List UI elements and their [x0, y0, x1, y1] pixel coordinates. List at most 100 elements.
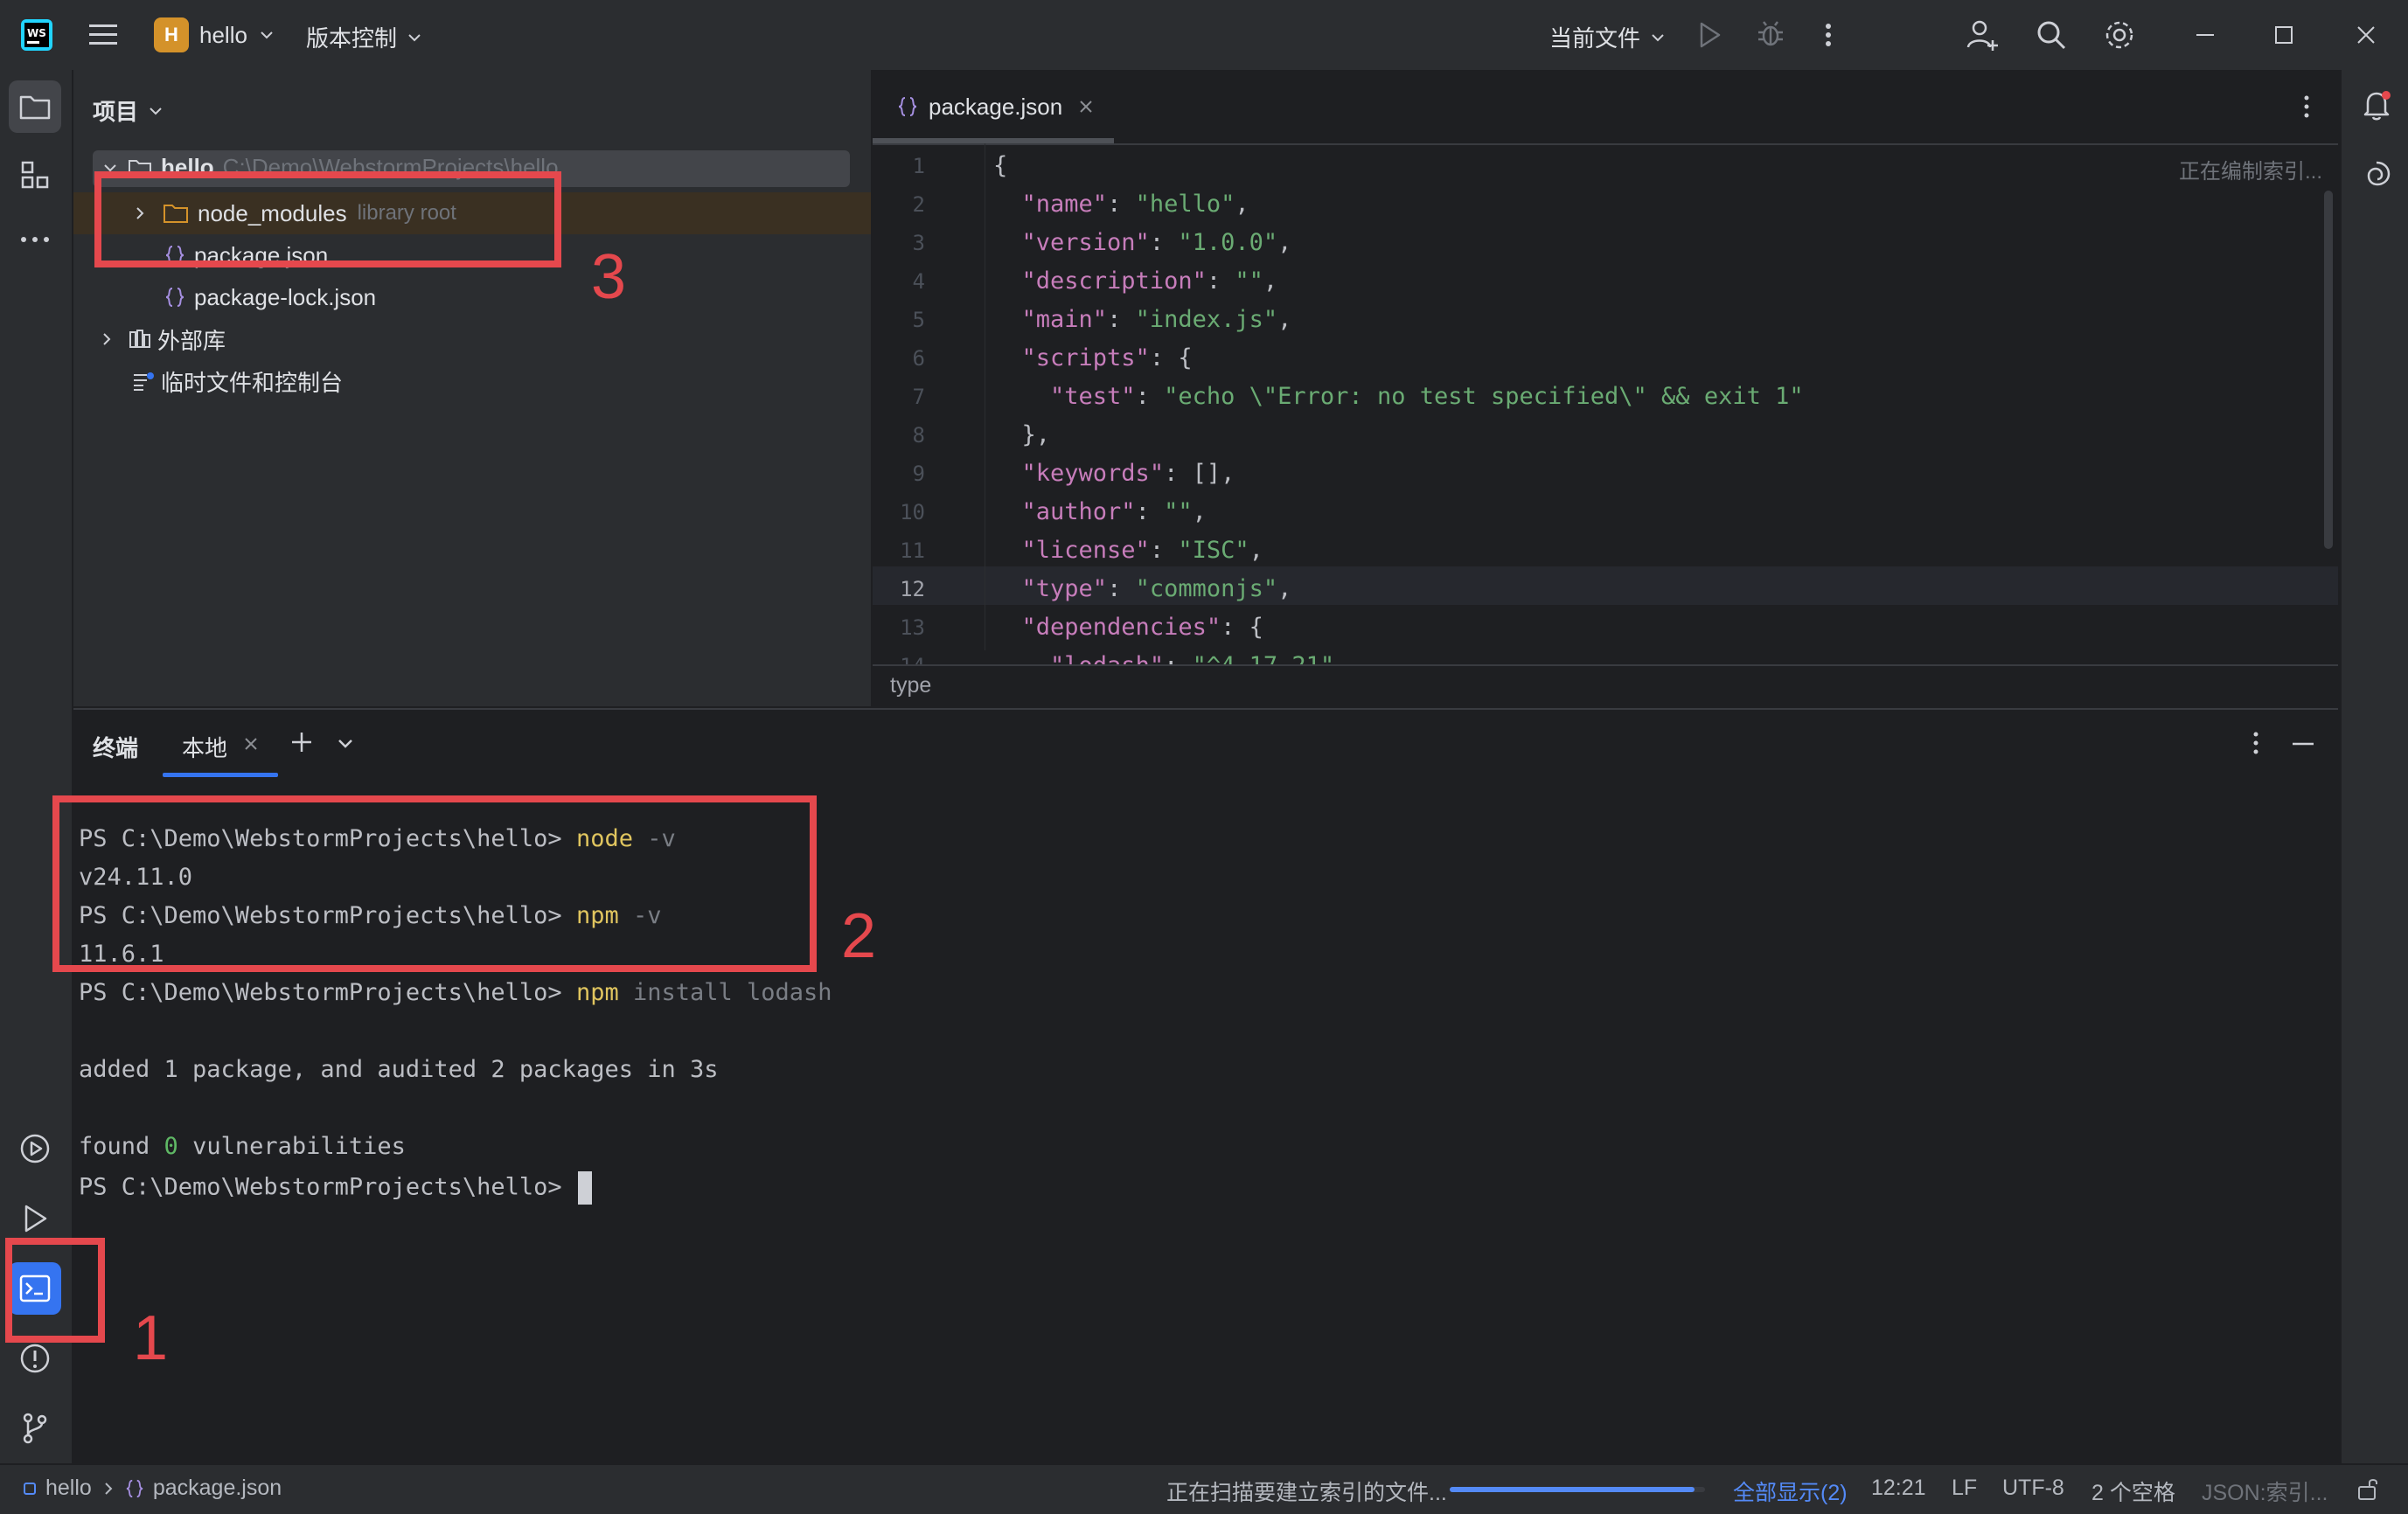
chevron-down-icon [147, 102, 164, 120]
git-branch-icon [19, 1411, 51, 1446]
status-file-name[interactable]: package.json [153, 1476, 282, 1501]
line-number: 8 [912, 423, 925, 448]
indexing-status: 正在编制索引... [2179, 160, 2323, 184]
chevron-down-icon [406, 29, 423, 46]
annotation-number-3: 3 [591, 242, 627, 312]
app-logo-icon[interactable]: WS [19, 17, 54, 52]
show-all-processes-link[interactable]: 全部显示(2) [1733, 1476, 1848, 1507]
library-icon [128, 328, 152, 351]
module-square-icon [23, 1482, 37, 1496]
vcs-menu-label: 版本控制 [306, 25, 398, 52]
chevron-down-icon [258, 26, 275, 44]
more-vertical-icon[interactable] [1815, 19, 1841, 51]
vulnerability-count: 0 [164, 1133, 178, 1160]
more-vertical-icon[interactable] [2298, 93, 2315, 121]
terminal-tab-label: 本地 [182, 735, 228, 761]
code-line: "description": "", [1021, 267, 1278, 295]
unlock-icon[interactable] [2356, 1476, 2380, 1502]
annotation-number-2: 2 [841, 901, 877, 971]
minimize-icon[interactable] [2189, 19, 2221, 51]
terminal-tab-local[interactable]: 本地 [163, 710, 278, 778]
project-tool-button[interactable] [9, 80, 61, 133]
line-number: 2 [912, 192, 925, 217]
line-number: 7 [912, 385, 925, 409]
folder-icon [18, 92, 52, 122]
minimize-panel-icon[interactable] [2291, 741, 2315, 747]
caret-position[interactable]: 12:21 [1871, 1476, 1926, 1501]
run-icon[interactable] [1695, 19, 1724, 51]
terminal-input-line[interactable]: PS C:\Demo\WebstormProjects\hello> [79, 1171, 592, 1205]
chevron-down-icon[interactable] [336, 734, 355, 754]
structure-icon [19, 159, 51, 191]
close-icon[interactable] [2350, 19, 2382, 51]
more-vertical-icon[interactable] [2247, 729, 2265, 757]
line-number: 3 [912, 231, 925, 255]
line-number: 9 [912, 462, 925, 486]
json-file-icon [125, 1478, 144, 1499]
terminal-title: 终端 [93, 735, 139, 761]
chevron-down-icon [1649, 29, 1667, 46]
status-bar: hello package.json 正在扫描要建立索引的文件... 全部显示(… [0, 1463, 2408, 1514]
terminal-output-line: found 0 vulnerabilities [79, 1133, 406, 1160]
line-number: 10 [900, 500, 925, 524]
editor-scrollbar[interactable] [2324, 191, 2333, 549]
command-args: install lodash [618, 979, 832, 1006]
code-line: { [993, 152, 1008, 179]
tree-label-external-libraries: 外部库 [157, 327, 226, 354]
status-project-name[interactable]: hello [45, 1476, 92, 1501]
services-tool-button[interactable] [9, 1122, 61, 1175]
scratches-icon [131, 370, 156, 392]
project-name: hello [199, 21, 247, 48]
line-separator[interactable]: LF [1952, 1476, 1977, 1501]
code-line: "license": "ISC", [1021, 537, 1263, 564]
editor-breadcrumb-bar: type [873, 664, 2338, 706]
project-switcher[interactable]: H hello [154, 17, 275, 52]
file-type-status[interactable]: JSON:索引... [2202, 1476, 2328, 1507]
tree-label-package-lock-json: package-lock.json [194, 283, 377, 310]
code-line: "scripts": { [1021, 344, 1193, 372]
indent-setting[interactable]: 2 个空格 [2091, 1476, 2175, 1507]
more-tools-button[interactable] [9, 213, 61, 266]
warning-circle-icon [17, 1341, 52, 1376]
json-file-icon [164, 286, 185, 309]
search-icon[interactable] [2034, 17, 2069, 52]
terminal-cursor [577, 1171, 592, 1205]
project-panel-title: 项目 [93, 99, 139, 125]
editor-breadcrumb[interactable]: type [890, 673, 931, 698]
output-text: found [79, 1133, 164, 1160]
command: npm [575, 979, 619, 1006]
tree-row-external-libraries[interactable]: 外部库 [73, 318, 226, 360]
settings-gear-icon[interactable] [2102, 17, 2137, 52]
run-tool-button[interactable] [9, 1192, 61, 1245]
run-config-label: 当前文件 [1549, 25, 1641, 52]
code-line: "name": "hello", [1021, 191, 1249, 218]
run-config-selector[interactable]: 当前文件 [1549, 21, 1667, 53]
tree-label-scratches: 临时文件和控制台 [161, 369, 344, 396]
structure-tool-button[interactable] [9, 149, 61, 201]
annotation-number-1: 1 [133, 1303, 169, 1373]
ai-assistant-icon[interactable] [2359, 157, 2394, 192]
terminal-line: PS C:\Demo\WebstormProjects\hello> npm i… [79, 979, 832, 1006]
tab-close-icon[interactable] [243, 736, 259, 752]
vcs-menu[interactable]: 版本控制 [306, 21, 423, 53]
hamburger-menu-icon[interactable] [86, 19, 121, 51]
annotation-box-3 [94, 171, 561, 267]
editor-tab-bar: package.json [873, 70, 2338, 145]
editor-tab-package-json[interactable]: package.json [873, 70, 1114, 143]
project-view-selector[interactable]: 项目 [93, 94, 164, 127]
indexing-progress-fill [1450, 1487, 1695, 1492]
maximize-icon[interactable] [2268, 19, 2300, 51]
line-number: 13 [900, 615, 925, 640]
notifications-bell-icon[interactable] [2359, 87, 2394, 122]
file-encoding[interactable]: UTF-8 [2002, 1476, 2064, 1501]
debug-icon[interactable] [1754, 17, 1787, 51]
tab-close-icon[interactable] [1078, 99, 1094, 115]
git-tool-button[interactable] [9, 1402, 61, 1455]
tree-row-scratches[interactable]: 临时文件和控制台 [73, 360, 343, 402]
project-panel: 项目 hello C:\Demo\WebstormProjects\hello … [73, 70, 873, 706]
new-tab-plus-icon[interactable] [289, 729, 315, 755]
add-user-icon[interactable] [1964, 17, 2001, 52]
tree-row-package-lock-json[interactable]: package-lock.json [73, 276, 376, 318]
annotation-box-2 [52, 795, 817, 972]
title-bar: WS H hello 版本控制 当前文件 [0, 0, 2408, 72]
